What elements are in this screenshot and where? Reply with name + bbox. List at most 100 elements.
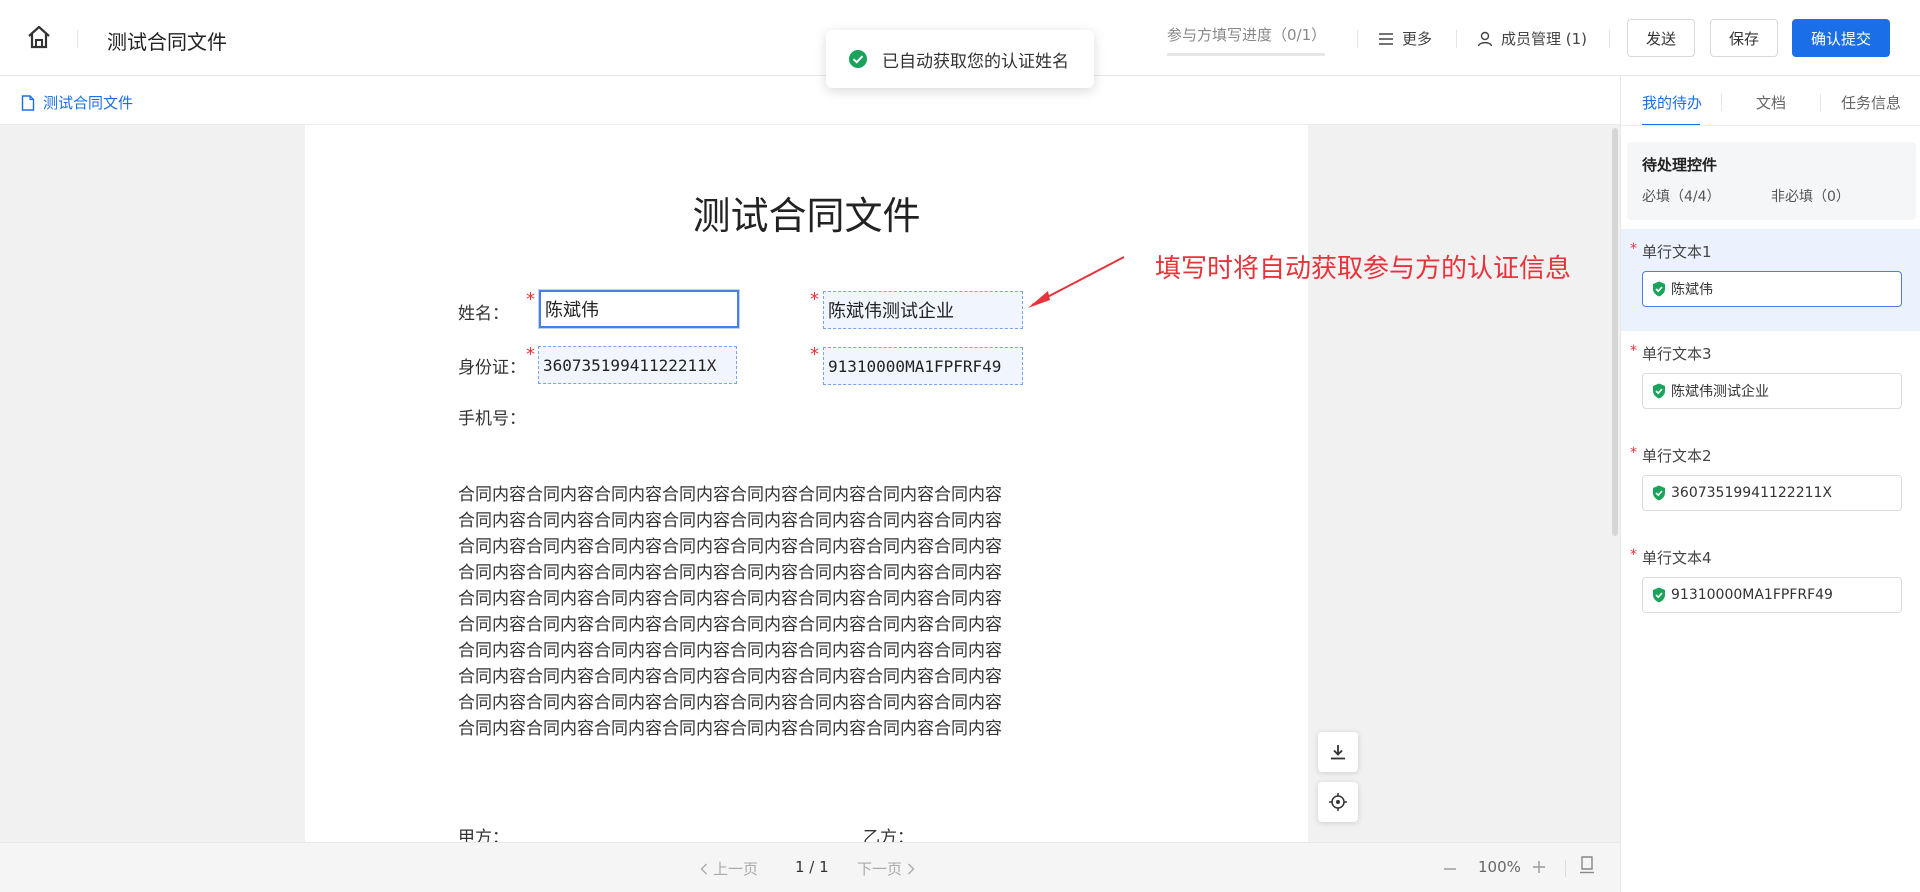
phone-label: 手机号： (458, 409, 526, 429)
name-label: 姓名： (458, 304, 509, 324)
control-label: 单行文本2 (1642, 447, 1712, 465)
locate-button[interactable] (1318, 782, 1358, 822)
divider (1609, 30, 1610, 48)
verified-shield-icon (1653, 587, 1665, 603)
divider (1820, 94, 1821, 111)
control-label: 单行文本3 (1642, 345, 1712, 363)
toast-notification: 已自动获取您的认证姓名 (826, 30, 1094, 88)
divider (1621, 125, 1920, 126)
tab-documents[interactable]: 文档 (1756, 92, 1786, 113)
control-input[interactable]: 36073519941122211X (1642, 475, 1902, 511)
send-button[interactable]: 发送 (1627, 19, 1695, 57)
zoom-out-button[interactable] (1443, 855, 1457, 879)
contract-body-line: 合同内容合同内容合同内容合同内容合同内容合同内容合同内容合同内容 (458, 667, 1002, 687)
control-item[interactable]: * 单行文本3 陈斌伟测试企业 (1621, 331, 1920, 433)
more-label: 更多 (1402, 30, 1433, 48)
page-indicator: 1 / 1 (795, 858, 829, 876)
menu-icon (1379, 32, 1393, 45)
required-mark: * (810, 344, 819, 365)
document-tab-label: 测试合同文件 (43, 94, 134, 112)
contract-body-line: 合同内容合同内容合同内容合同内容合同内容合同内容合同内容合同内容 (458, 693, 1002, 713)
document-page: 测试合同文件 姓名： * 陈斌伟 * 陈斌伟测试企业 身份证： * 360735… (305, 125, 1308, 842)
control-item[interactable]: * 单行文本2 36073519941122211X (1621, 433, 1920, 535)
party-a-label: 甲方： (458, 828, 509, 842)
tab-task-info[interactable]: 任务信息 (1841, 92, 1901, 113)
control-value: 91310000MA1FPFRF49 (1671, 587, 1833, 603)
contract-body-line: 合同内容合同内容合同内容合同内容合同内容合同内容合同内容合同内容 (458, 641, 1002, 661)
control-input[interactable]: 陈斌伟 (1642, 271, 1902, 307)
file-icon (21, 94, 35, 111)
more-button[interactable]: 更多 (1378, 28, 1432, 49)
control-label: 单行文本1 (1642, 243, 1712, 261)
save-button[interactable]: 保存 (1710, 19, 1778, 57)
control-label: 单行文本4 (1642, 549, 1712, 567)
fit-page-icon (1580, 856, 1594, 874)
control-input[interactable]: 陈斌伟测试企业 (1642, 373, 1902, 409)
optional-count[interactable]: 非必填（0） (1771, 186, 1850, 206)
divider (77, 30, 78, 48)
bottom-toolbar: 上一页 1 / 1 下一页 100% (0, 842, 1620, 892)
progress-bar (1167, 53, 1325, 56)
divider (1565, 860, 1566, 877)
success-icon (849, 50, 867, 68)
zoom-in-button[interactable] (1532, 855, 1546, 879)
download-icon (1331, 745, 1345, 760)
canvas-scrollbar[interactable] (1612, 128, 1618, 536)
toast-message: 已自动获取您的认证姓名 (882, 51, 1069, 72)
contract-body-line: 合同内容合同内容合同内容合同内容合同内容合同内容合同内容合同内容 (458, 537, 1002, 557)
chevron-left-icon (700, 863, 707, 874)
credit-code-field[interactable]: 91310000MA1FPFRF49 (823, 347, 1023, 385)
download-button[interactable] (1318, 732, 1358, 772)
required-mark: * (1630, 445, 1637, 461)
document-tab[interactable]: 测试合同文件 (21, 92, 133, 113)
members-label: 成员管理 (1) (1501, 30, 1588, 48)
fill-progress: 参与方填写进度（0/1） (1167, 24, 1327, 56)
control-value: 陈斌伟测试企业 (1671, 384, 1769, 400)
required-mark: * (810, 289, 819, 310)
contract-body: 合同内容合同内容合同内容合同内容合同内容合同内容合同内容合同内容 合同内容合同内容… (458, 482, 1038, 742)
fit-page-button[interactable] (1579, 855, 1595, 879)
page-title: 测试合同文件 (107, 30, 227, 54)
required-mark: * (1630, 547, 1637, 563)
divider (1721, 94, 1722, 111)
home-icon[interactable] (26, 24, 52, 50)
submit-button[interactable]: 确认提交 (1792, 19, 1890, 57)
required-count[interactable]: 必填（4/4） (1642, 186, 1721, 206)
divider (1456, 30, 1457, 48)
contract-body-line: 合同内容合同内容合同内容合同内容合同内容合同内容合同内容合同内容 (458, 511, 1002, 531)
next-page-button[interactable]: 下一页 (857, 858, 915, 879)
document-tab-row: 测试合同文件 (0, 76, 1620, 125)
required-mark: * (1630, 241, 1637, 257)
company-field[interactable]: 陈斌伟测试企业 (823, 291, 1023, 329)
next-page-label: 下一页 (857, 860, 903, 878)
contract-body-line: 合同内容合同内容合同内容合同内容合同内容合同内容合同内容合同内容 (458, 563, 1002, 583)
pending-title: 待处理控件 (1642, 156, 1718, 174)
required-mark: * (526, 289, 535, 310)
progress-label: 参与方填写进度（0/1） (1167, 26, 1327, 44)
id-number-field[interactable]: 36073519941122211X (538, 346, 737, 384)
control-input[interactable]: 91310000MA1FPFRF49 (1642, 577, 1902, 613)
divider (1357, 30, 1358, 48)
verified-shield-icon (1653, 383, 1665, 399)
required-mark: * (526, 344, 535, 365)
right-panel: 我的待办 文档 任务信息 待处理控件 必填（4/4） 非必填（0） * 单行文本… (1620, 76, 1920, 892)
locate-icon (1329, 793, 1347, 811)
prev-page-label: 上一页 (713, 860, 759, 878)
contract-body-line: 合同内容合同内容合同内容合同内容合同内容合同内容合同内容合同内容 (458, 485, 1002, 505)
contract-body-line: 合同内容合同内容合同内容合同内容合同内容合同内容合同内容合同内容 (458, 615, 1002, 635)
verified-shield-icon (1653, 281, 1665, 297)
zoom-level: 100% (1478, 858, 1521, 876)
control-value: 36073519941122211X (1671, 485, 1833, 501)
tab-my-todo[interactable]: 我的待办 (1642, 92, 1702, 113)
document-title: 测试合同文件 (692, 194, 921, 238)
party-b-label: 乙方： (863, 828, 914, 842)
document-canvas: 测试合同文件 姓名： * 陈斌伟 * 陈斌伟测试企业 身份证： * 360735… (0, 125, 1620, 842)
control-item[interactable]: * 单行文本1 陈斌伟 (1621, 229, 1920, 331)
annotation-arrow (1028, 256, 1125, 308)
members-button[interactable]: 成员管理 (1) (1477, 28, 1587, 49)
user-icon (1477, 31, 1493, 46)
control-item[interactable]: * 单行文本4 91310000MA1FPFRF49 (1621, 535, 1920, 637)
prev-page-button[interactable]: 上一页 (700, 858, 758, 879)
annotation-text: 填写时将自动获取参与方的认证信息 (1155, 254, 1572, 284)
name-field[interactable]: 陈斌伟 (539, 290, 739, 328)
